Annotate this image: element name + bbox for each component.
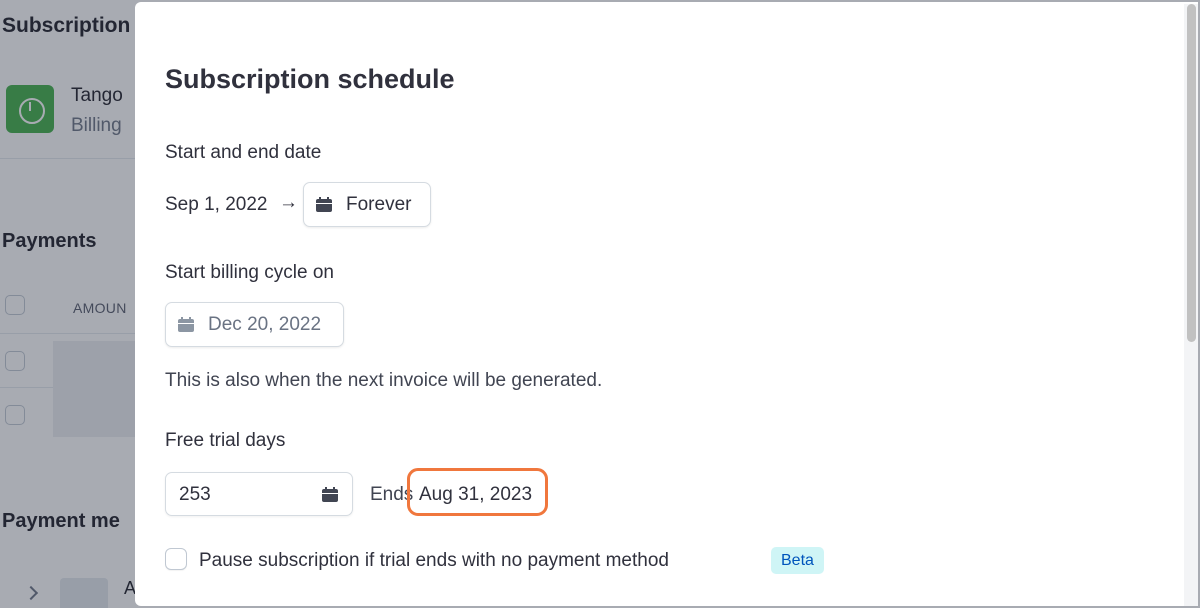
end-date-button-label: Forever: [346, 193, 412, 215]
arrow-right-icon: →: [279, 192, 298, 213]
end-date-button[interactable]: Forever: [303, 182, 431, 227]
subscription-schedule-dialog: Subscription schedule Start and end date…: [135, 2, 1198, 606]
billing-cycle-date: Dec 20, 2022: [208, 313, 322, 335]
highlight-annotation: [407, 468, 548, 516]
billing-cycle-date-button[interactable]: Dec 20, 2022: [165, 302, 344, 347]
dialog-title: Subscription schedule: [165, 64, 455, 94]
pause-subscription-label[interactable]: Pause subscription if trial ends with no…: [199, 550, 669, 572]
calendar-icon: [178, 317, 194, 332]
calendar-icon: [316, 197, 332, 212]
beta-badge: Beta: [771, 547, 824, 574]
start-end-date-label: Start and end date: [165, 142, 322, 163]
start-date-text: Sep 1, 2022: [165, 194, 268, 215]
free-trial-days-value: 253: [179, 484, 211, 505]
free-trial-days-label: Free trial days: [165, 430, 286, 451]
billing-cycle-label: Start billing cycle on: [165, 262, 334, 283]
billing-cycle-helper-text: This is also when the next invoice will …: [165, 370, 603, 391]
calendar-icon[interactable]: [322, 487, 338, 502]
scrollbar-thumb[interactable]: [1187, 4, 1196, 342]
pause-subscription-checkbox[interactable]: [165, 548, 187, 570]
scrollbar[interactable]: [1184, 4, 1198, 606]
free-trial-days-input[interactable]: 253: [165, 472, 353, 516]
